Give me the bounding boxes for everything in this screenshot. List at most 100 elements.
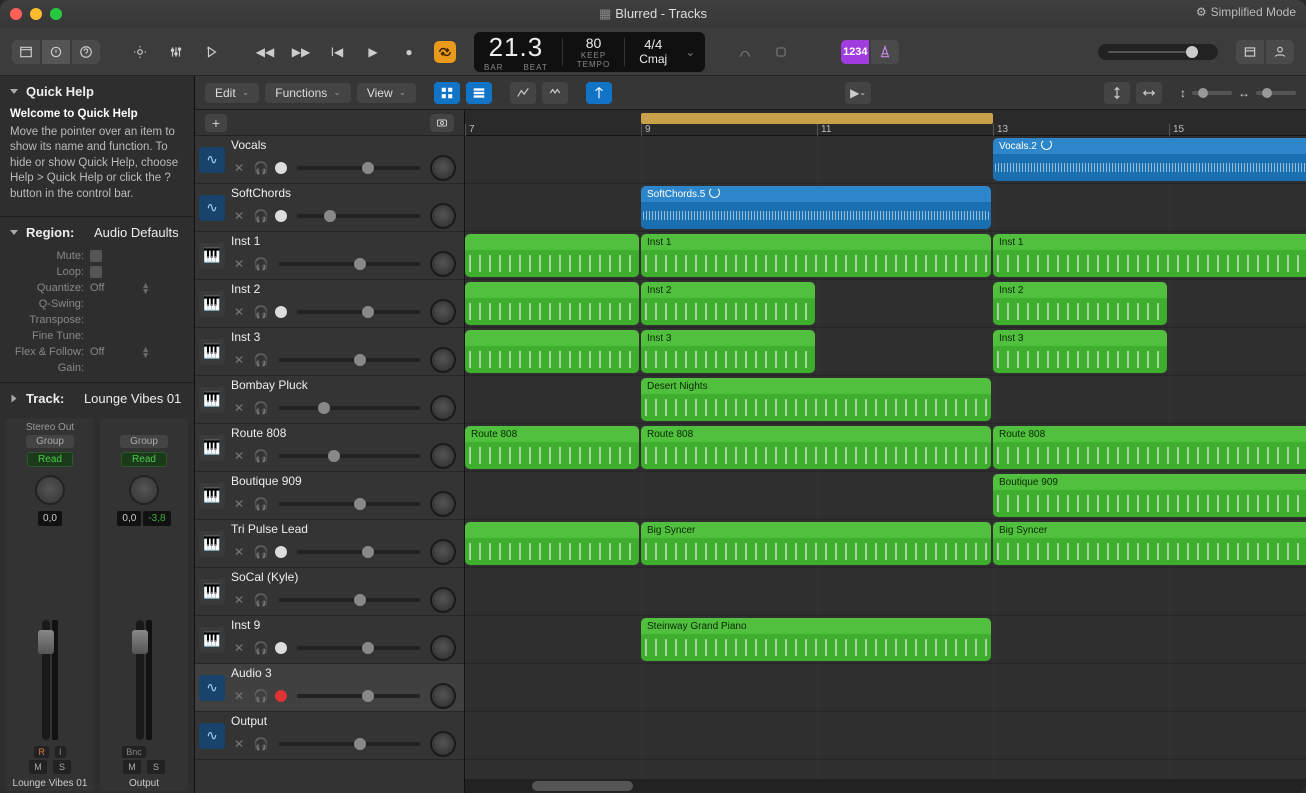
mute-button[interactable]: ✕ — [231, 737, 247, 751]
track-name[interactable]: Boutique 909 — [231, 474, 302, 488]
region-inspector-header[interactable]: Region: Audio Defaults — [0, 217, 194, 248]
track-name[interactable]: Route 808 — [231, 426, 286, 440]
region-header[interactable]: SoftChords.5 — [641, 186, 991, 202]
rewind-button[interactable]: ◀◀ — [254, 41, 276, 63]
region[interactable]: Big Syncer — [641, 522, 991, 565]
solo-button[interactable]: 🎧 — [253, 401, 269, 415]
region[interactable]: Desert Nights — [641, 378, 991, 421]
volume-slider[interactable] — [279, 358, 420, 362]
volume-fader[interactable] — [42, 620, 50, 740]
region-header[interactable]: Inst 3 — [993, 330, 1167, 346]
flex-button[interactable] — [542, 82, 568, 104]
peak-value[interactable]: -3,8 — [143, 511, 170, 526]
track-header[interactable]: 🎹 Tri Pulse Lead ✕ 🎧 — [195, 520, 464, 568]
track-lane[interactable]: Inst 2Inst 2Inst 2Inst 2 — [465, 280, 1306, 328]
track-name[interactable]: Bombay Pluck — [231, 378, 308, 392]
track-header[interactable]: 🎹 Inst 3 ✕ 🎧 — [195, 328, 464, 376]
track-name[interactable]: Inst 2 — [231, 282, 260, 296]
track-name[interactable]: Output — [231, 714, 267, 728]
loop-checkbox[interactable] — [90, 266, 102, 278]
region-header[interactable]: Inst 2 — [993, 282, 1167, 298]
metronome-button[interactable] — [871, 40, 899, 64]
grid-view-button[interactable] — [434, 82, 460, 104]
track-inspector-header[interactable]: Track: Lounge Vibes 01 — [0, 383, 194, 414]
pan-knob[interactable] — [430, 491, 456, 517]
solo-button[interactable]: 🎧 — [253, 257, 269, 271]
mute-button[interactable]: ✕ — [231, 545, 247, 559]
record-enable-button[interactable]: R — [34, 746, 49, 758]
track-lane[interactable]: Desert NightsDesert NightsDesert Nights — [465, 376, 1306, 424]
solo-button[interactable]: 🎧 — [253, 161, 269, 175]
region[interactable]: Route 808 — [993, 426, 1306, 469]
gain-value[interactable]: 0,0 — [117, 511, 141, 526]
pointer-tool-button[interactable]: ▶⌄ — [845, 82, 871, 104]
region-header[interactable]: Big Syncer — [993, 522, 1306, 538]
mute-button[interactable]: ✕ — [231, 401, 247, 415]
editors-button[interactable] — [198, 40, 226, 64]
mute-button[interactable]: ✕ — [231, 497, 247, 511]
track-header[interactable]: 🎹 SoCal (Kyle) ✕ 🎧 — [195, 568, 464, 616]
pan-knob[interactable] — [430, 203, 456, 229]
lcd-display[interactable]: 21.3 BARBEAT 80 KEEP TEMPO 4/4 Cmaj ⌄ — [474, 32, 705, 72]
smart-controls-button[interactable] — [126, 40, 154, 64]
group-button[interactable]: Group — [120, 435, 168, 448]
solo-button[interactable]: 🎧 — [253, 689, 269, 703]
track-header[interactable]: ∿ Audio 3 ✕ 🎧 — [195, 664, 464, 712]
quick-help-header[interactable]: Quick Help — [0, 76, 194, 107]
disclosure-triangle-icon[interactable] — [12, 395, 17, 403]
track-name[interactable]: Tri Pulse Lead — [231, 522, 308, 536]
track-name[interactable]: Audio 3 — [231, 666, 272, 680]
region-header[interactable]: Vocals.2 — [993, 138, 1306, 154]
region-header[interactable] — [465, 282, 639, 298]
library-button[interactable] — [12, 40, 40, 64]
region-header[interactable]: Inst 3 — [641, 330, 815, 346]
catch-playhead-button[interactable] — [586, 82, 612, 104]
mute-button[interactable]: M — [123, 760, 141, 774]
pan-knob[interactable] — [430, 635, 456, 661]
solo-button[interactable]: 🎧 — [253, 545, 269, 559]
mute-button[interactable]: ✕ — [231, 161, 247, 175]
edit-menu[interactable]: Edit⌄ — [205, 83, 259, 103]
functions-menu[interactable]: Functions⌄ — [265, 83, 351, 103]
region[interactable]: Vocals.2 — [993, 138, 1306, 181]
tracks-arrange-area[interactable]: 791113151719212325 Vocals.2Vocals.4SoftC… — [465, 110, 1306, 793]
bar-ruler[interactable]: 791113151719212325 — [465, 110, 1306, 136]
region-header[interactable]: Steinway Grand Piano — [641, 618, 991, 634]
region[interactable]: Inst 1 — [993, 234, 1306, 277]
track-header[interactable]: 🎹 Inst 1 ✕ 🎧 — [195, 232, 464, 280]
region[interactable]: Inst 2 — [993, 282, 1167, 325]
mute-button[interactable]: ✕ — [231, 257, 247, 271]
mute-button[interactable]: ✕ — [231, 689, 247, 703]
solo-button[interactable]: S — [147, 760, 165, 774]
solo-button[interactable]: 🎧 — [253, 641, 269, 655]
region-header[interactable]: Big Syncer — [641, 522, 991, 538]
pan-knob[interactable] — [430, 251, 456, 277]
solo-button[interactable]: 🎧 — [253, 497, 269, 511]
volume-fader[interactable] — [136, 620, 144, 740]
track-name[interactable]: Inst 3 — [231, 330, 260, 344]
lcd-menu-chevron[interactable]: ⌄ — [681, 32, 695, 72]
mute-button[interactable]: ✕ — [231, 449, 247, 463]
mute-button[interactable]: ✕ — [231, 209, 247, 223]
region[interactable] — [465, 522, 639, 565]
track-lane[interactable]: Drummer — [465, 568, 1306, 616]
solo-button[interactable]: 🎧 — [253, 353, 269, 367]
pan-knob[interactable] — [430, 539, 456, 565]
volume-slider[interactable] — [297, 310, 420, 314]
region[interactable]: Boutique 909 — [993, 474, 1306, 517]
track-lane[interactable]: Route 808Route 808Route 808Route 808Rout… — [465, 424, 1306, 472]
track-lane[interactable]: Steinway Grand Piano — [465, 616, 1306, 664]
pan-knob[interactable] — [129, 475, 159, 505]
track-header[interactable]: ∿ Vocals ✕ 🎧 — [195, 136, 464, 184]
global-tracks-button[interactable] — [430, 114, 454, 132]
region-header[interactable]: Desert Nights — [641, 378, 991, 394]
automation-read-button[interactable]: Read — [27, 452, 73, 467]
region[interactable]: Steinway Grand Piano — [641, 618, 991, 661]
track-name[interactable]: SoCal (Kyle) — [231, 570, 298, 584]
pan-knob[interactable] — [430, 299, 456, 325]
region[interactable]: Inst 3 — [641, 330, 815, 373]
record-enable-button[interactable] — [275, 642, 287, 654]
region-header[interactable]: Inst 2 — [641, 282, 815, 298]
record-enable-button[interactable] — [275, 306, 287, 318]
track-name[interactable]: Vocals — [231, 138, 266, 152]
